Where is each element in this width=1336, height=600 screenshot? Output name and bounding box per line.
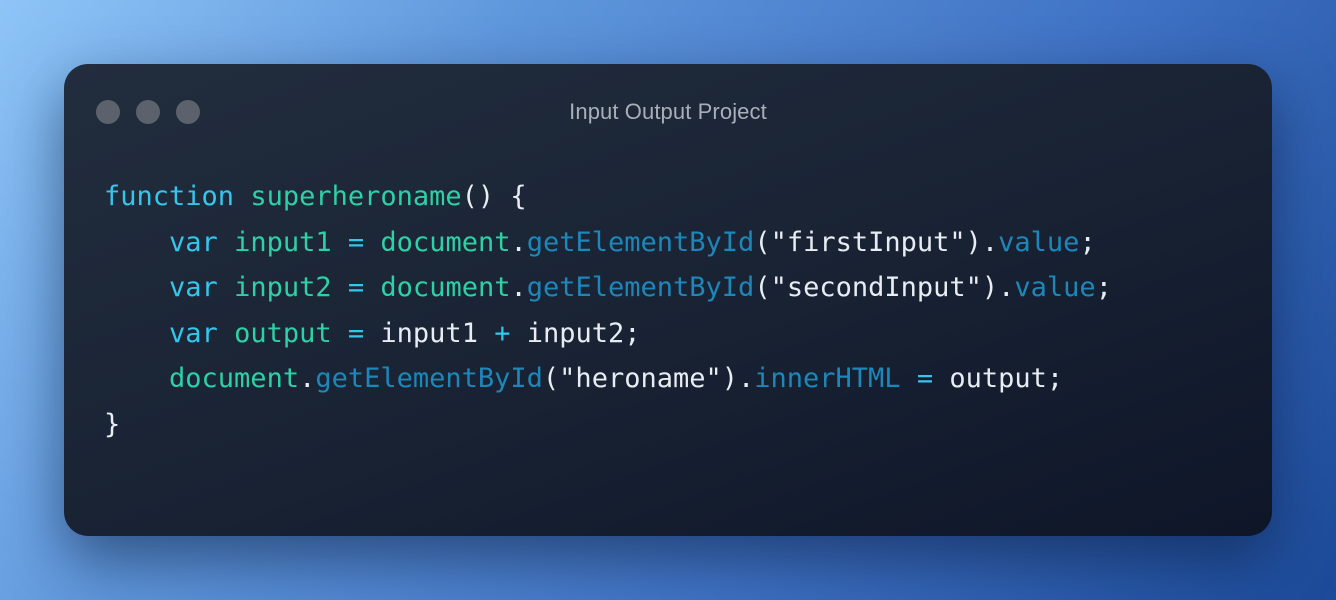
code-token-method: value [1014,272,1096,303]
code-token-plain: . [510,226,527,258]
code-line: var output = input1 + input2; [104,311,1112,357]
code-token-operator: = [916,363,934,394]
window-titlebar: Input Output Project [64,64,1272,160]
code-token-plain: ; [1095,272,1112,303]
code-token-plain: input2; [510,317,641,349]
code-token-operator: = [347,317,365,349]
code-token-method: value [998,226,1080,258]
code-line: function superheroname() { [104,174,1112,220]
code-token-identifier: superheroname [250,181,462,212]
code-token-keyword: var [169,317,218,349]
code-token-identifier: input1 [234,226,332,258]
code-line: var input2 = document.getElementById("se… [104,265,1112,311]
code-token-identifier: output [234,317,332,349]
code-token-operator: + [494,317,511,349]
code-token-method: innerHTML [754,363,901,394]
code-token-plain: ; [1079,226,1096,258]
code-line: } [104,402,1112,448]
code-token-method: getElementById [315,363,543,394]
code-token-identifier: document [380,272,511,303]
code-token-identifier: input2 [234,272,332,303]
code-token-operator: = [347,272,365,303]
code-token-identifier: document [169,363,300,394]
code-token-operator: = [347,226,365,258]
code-token-plain: ("heroname"). [542,363,755,394]
code-line: var input1 = document.getElementById("fi… [104,220,1112,266]
code-token-keyword: function [104,181,235,212]
code-line: document.getElementById("heroname").inne… [104,356,1112,402]
code-token-plain: } [104,408,121,440]
code-token-method: getElementById [526,226,755,258]
code-token-plain: . [510,272,527,303]
code-token-plain: () { [461,181,527,212]
code-token-keyword: var [169,226,218,258]
code-token-plain: ("secondInput"). [754,272,1015,303]
code-token-plain: . [299,363,316,394]
code-token-identifier: document [380,226,511,258]
code-token-plain: ("firstInput"). [754,226,999,258]
code-token-plain: output; [933,363,1064,394]
code-token-plain: input1 [364,317,495,349]
code-block: function superheroname() { var input1 = … [104,174,1112,447]
code-window: Input Output Project function superheron… [64,64,1272,536]
code-token-method: getElementById [526,272,755,303]
code-token-keyword: var [169,272,218,303]
window-title: Input Output Project [569,99,767,124]
